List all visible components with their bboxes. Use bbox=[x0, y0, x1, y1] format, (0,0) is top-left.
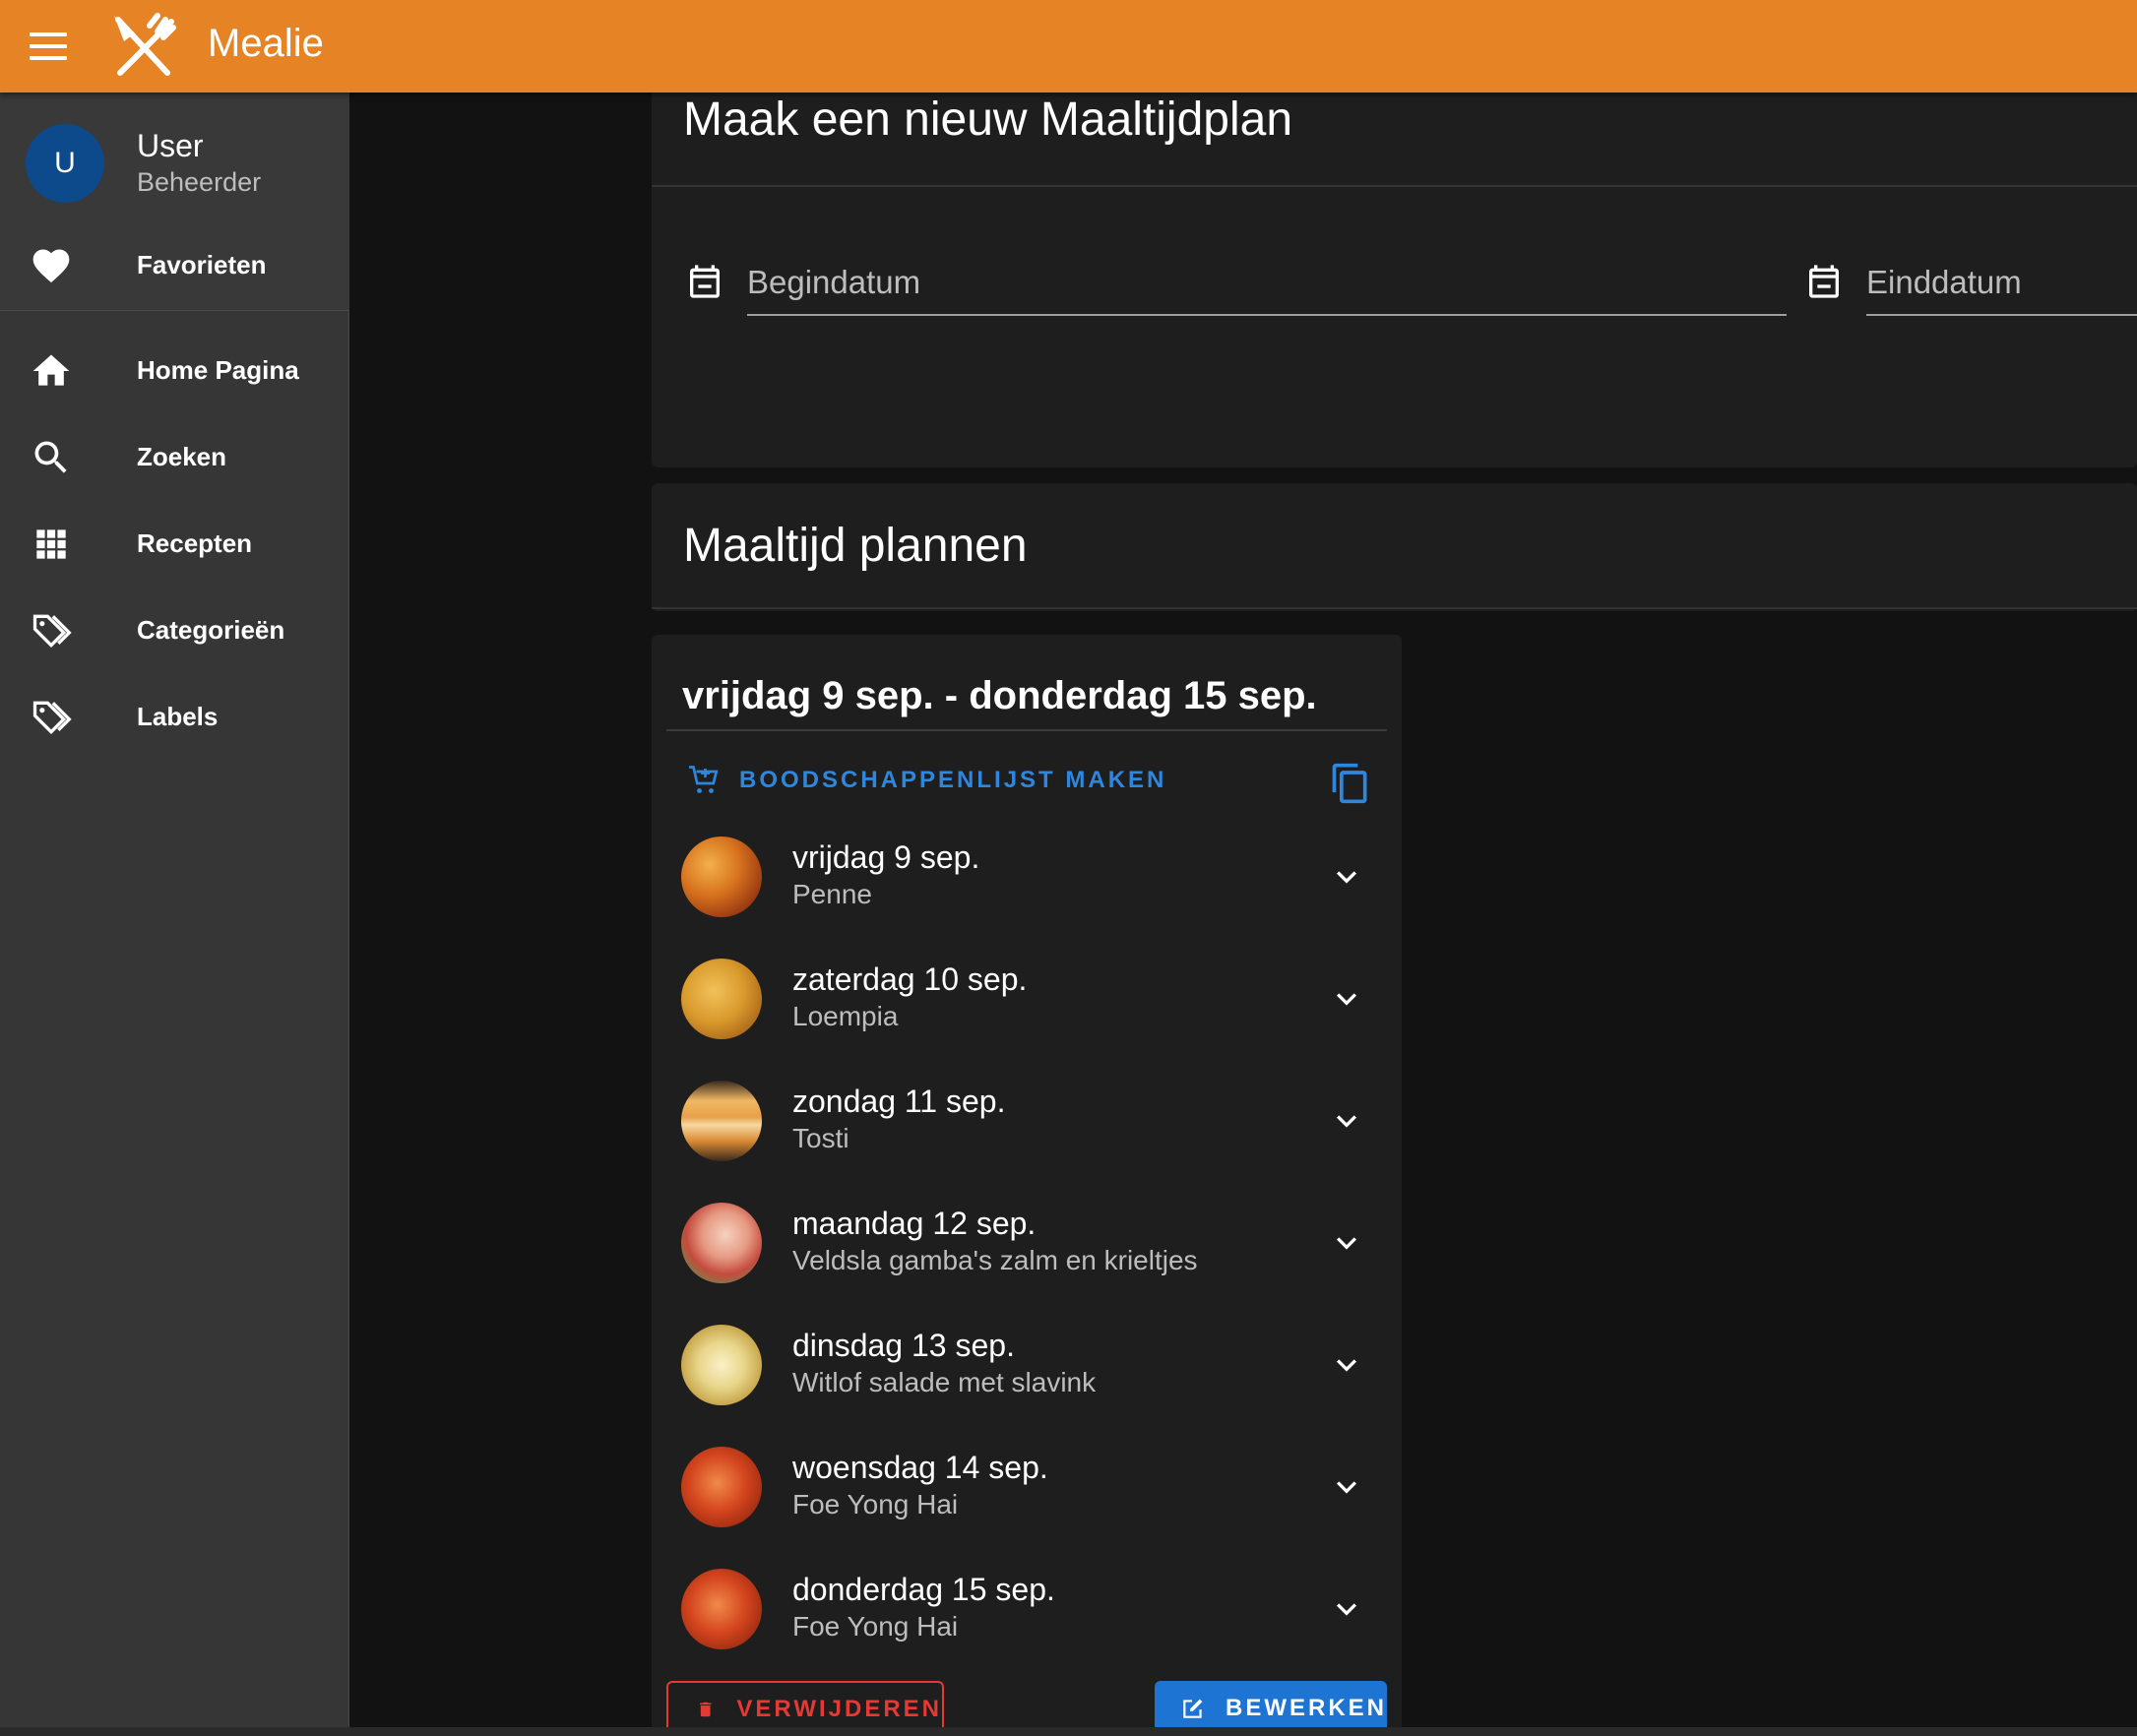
chevron-down-icon[interactable] bbox=[1327, 857, 1366, 897]
meal-recipe: Witlof salade met slavink bbox=[792, 1367, 1097, 1397]
tags-icon bbox=[32, 614, 72, 649]
week-mealplan-card: vrijdag 9 sep. - donderdag 15 sep. BOODS… bbox=[652, 635, 1402, 1736]
app-bar: Mealie bbox=[0, 0, 2137, 93]
recipe-thumbnail bbox=[681, 1081, 762, 1161]
meal-recipe: Foe Yong Hai bbox=[792, 1489, 959, 1519]
recipe-thumbnail bbox=[681, 1325, 762, 1405]
copy-icon[interactable] bbox=[1329, 759, 1372, 808]
search-icon bbox=[34, 441, 67, 473]
cart-icon bbox=[689, 766, 719, 793]
trash-icon bbox=[700, 1702, 712, 1717]
home-icon bbox=[32, 354, 70, 386]
calendar-icon[interactable] bbox=[1804, 260, 1844, 303]
meal-recipe: Loempia bbox=[792, 1001, 899, 1031]
sidebar-item-label: Labels bbox=[137, 702, 219, 731]
meal-row[interactable]: zaterdag 10 sep. Loempia bbox=[652, 938, 1402, 1060]
app-root: Mealie U User Beheerder Favorieten Home … bbox=[0, 0, 2137, 1736]
app-title[interactable]: Mealie bbox=[208, 22, 324, 66]
sidebar-item-label: Recepten bbox=[137, 528, 253, 558]
sidebar-item-home[interactable]: Home Pagina bbox=[0, 328, 349, 414]
chevron-down-icon[interactable] bbox=[1327, 1589, 1366, 1629]
meal-row[interactable]: vrijdag 9 sep. Penne bbox=[652, 816, 1402, 938]
shopping-list-button[interactable]: BOODSCHAPPENLIJST MAKEN bbox=[686, 759, 1166, 802]
card-header: Maak een nieuw Maaltijdplan bbox=[652, 79, 2137, 187]
sidebar-item-favorites[interactable]: Favorieten bbox=[0, 222, 349, 311]
week-title: vrijdag 9 sep. - donderdag 15 sep. bbox=[682, 674, 1317, 717]
meal-day: dinsdag 13 sep. bbox=[792, 1328, 1015, 1363]
chevron-down-icon[interactable] bbox=[1327, 1345, 1366, 1385]
sidebar-item-search[interactable]: Zoeken bbox=[0, 414, 349, 501]
shopping-list-label: BOODSCHAPPENLIJST MAKEN bbox=[739, 767, 1167, 793]
meal-row[interactable]: woensdag 14 sep. Foe Yong Hai bbox=[652, 1426, 1402, 1548]
sidebar-item-label: Home Pagina bbox=[137, 355, 299, 385]
edit-button-label: BEWERKEN bbox=[1225, 1695, 1387, 1721]
page-title: Maak een nieuw Maaltijdplan bbox=[683, 93, 1293, 146]
sidebar-item-label: Zoeken bbox=[137, 442, 227, 471]
section-title: Maaltijd plannen bbox=[683, 520, 1028, 572]
start-date-field[interactable] bbox=[747, 261, 1787, 316]
meal-day: woensdag 14 sep. bbox=[792, 1450, 1048, 1485]
meal-row[interactable]: donderdag 15 sep. Foe Yong Hai bbox=[652, 1548, 1402, 1670]
sidebar-item-label: Favorieten bbox=[137, 250, 267, 279]
meal-row[interactable]: zondag 11 sep. Tosti bbox=[652, 1060, 1402, 1182]
recipe-thumbnail bbox=[681, 959, 762, 1039]
sidebar-item-categories[interactable]: Categorieën bbox=[0, 588, 349, 674]
heart-icon bbox=[32, 249, 70, 283]
user-role: Beheerder bbox=[137, 167, 262, 197]
new-mealplan-card: Maak een nieuw Maaltijdplan bbox=[652, 79, 2137, 467]
chevron-down-icon[interactable] bbox=[1327, 1101, 1366, 1141]
chevron-down-icon[interactable] bbox=[1327, 979, 1366, 1019]
meal-recipe: Tosti bbox=[792, 1123, 849, 1153]
meal-recipe: Veldsla gamba's zalm en krieltjes bbox=[792, 1245, 1198, 1275]
meal-day: zaterdag 10 sep. bbox=[792, 961, 1028, 997]
meal-day: vrijdag 9 sep. bbox=[792, 839, 980, 875]
navigation-drawer: U User Beheerder Favorieten Home Pagina … bbox=[0, 93, 349, 1736]
chevron-down-icon[interactable] bbox=[1327, 1467, 1366, 1507]
window-bottom-edge bbox=[0, 1727, 2137, 1736]
user-block: U User Beheerder Favorieten bbox=[0, 93, 349, 311]
end-date-field[interactable] bbox=[1866, 261, 2137, 316]
meal-row[interactable]: maandag 12 sep. Veldsla gamba's zalm en … bbox=[652, 1182, 1402, 1304]
delete-button-label: VERWIJDEREN bbox=[736, 1696, 942, 1722]
recipe-thumbnail bbox=[681, 1569, 762, 1649]
card-header: Maaltijd plannen bbox=[652, 483, 2137, 609]
user-name: User bbox=[137, 128, 204, 163]
meal-day: maandag 12 sep. bbox=[792, 1206, 1037, 1241]
calendar-icon[interactable] bbox=[685, 260, 724, 303]
chevron-down-icon[interactable] bbox=[1327, 1223, 1366, 1263]
meal-recipe: Penne bbox=[792, 879, 872, 909]
edit-icon bbox=[1183, 1699, 1203, 1718]
menu-icon[interactable] bbox=[30, 32, 69, 60]
sidebar-item-label: Categorieën bbox=[137, 615, 285, 645]
recipe-thumbnail bbox=[681, 1447, 762, 1527]
recipe-thumbnail bbox=[681, 1203, 762, 1283]
tags-icon bbox=[32, 701, 72, 735]
divider bbox=[666, 729, 1387, 731]
planner-header-card: Maaltijd plannen bbox=[652, 483, 2137, 611]
sidebar-item-labels[interactable]: Labels bbox=[0, 674, 349, 761]
avatar[interactable]: U bbox=[26, 124, 104, 203]
sidebar-item-recipes[interactable]: Recepten bbox=[0, 501, 349, 588]
meal-recipe: Foe Yong Hai bbox=[792, 1611, 959, 1642]
recipe-thumbnail bbox=[681, 837, 762, 917]
meal-day: donderdag 15 sep. bbox=[792, 1572, 1055, 1607]
fork-knife-logo-icon[interactable] bbox=[110, 12, 179, 81]
grid-icon bbox=[36, 529, 66, 559]
meal-day: zondag 11 sep. bbox=[792, 1084, 1006, 1119]
meal-row[interactable]: dinsdag 13 sep. Witlof salade met slavin… bbox=[652, 1304, 1402, 1426]
